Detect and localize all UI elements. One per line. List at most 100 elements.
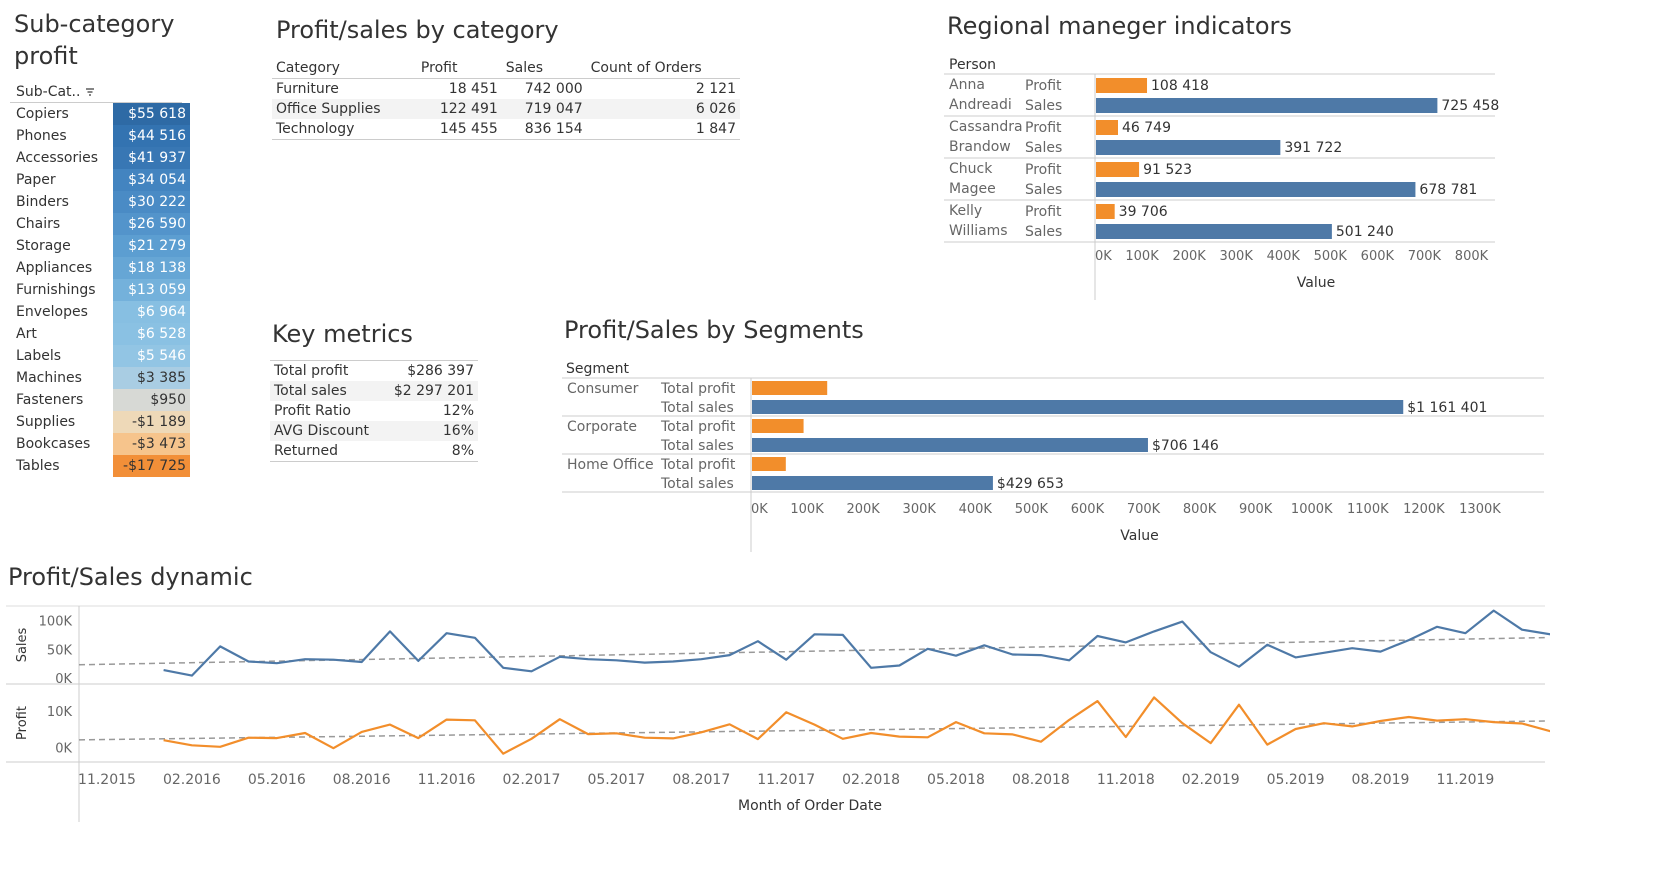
measure-label: Profit: [1025, 204, 1062, 220]
subcategory-value: $13 059: [113, 279, 190, 301]
x-tick-label: 02.2018: [842, 772, 900, 788]
x-tick-label: 400K: [1267, 249, 1301, 264]
category-column-header[interactable]: Sales: [501, 58, 587, 79]
category-row[interactable]: Office Supplies 122 491 719 047 6 026: [272, 99, 740, 119]
subcategory-row[interactable]: Phones $44 516: [10, 125, 190, 147]
subcategory-value: $950: [113, 389, 190, 411]
segment-bar[interactable]: [752, 419, 804, 433]
bar-data-label: 39 706: [1119, 204, 1168, 220]
subcategory-row[interactable]: Appliances $18 138: [10, 257, 190, 279]
subcategory-row[interactable]: Machines $3 385: [10, 367, 190, 389]
x-tick-label: 11.2017: [757, 772, 815, 788]
bar-data-label: 725 458: [1441, 98, 1499, 114]
category-name: Furniture: [276, 81, 339, 97]
segment-bar[interactable]: [752, 400, 1404, 414]
manager-bar[interactable]: [1096, 162, 1140, 177]
subcategory-row[interactable]: Storage $21 279: [10, 235, 190, 257]
subcategory-row[interactable]: Tables -$17 725: [10, 455, 190, 477]
subcategory-row[interactable]: Bookcases -$3 473: [10, 433, 190, 455]
subcategory-name: Envelopes: [16, 304, 88, 320]
person-first-name: Cassandra: [949, 119, 1023, 135]
segment-bar[interactable]: [752, 457, 786, 471]
manager-bar[interactable]: [1096, 78, 1148, 93]
category-value: 2 121: [695, 81, 736, 97]
subcategory-row[interactable]: Chairs $26 590: [10, 213, 190, 235]
subcategory-row[interactable]: Labels $5 546: [10, 345, 190, 367]
segment-name: Corporate: [567, 419, 637, 435]
subcategory-value: $5 546: [113, 345, 190, 367]
x-tick-label: 700K: [1408, 249, 1442, 264]
x-tick-label: 200K: [1172, 249, 1206, 264]
subcategory-row[interactable]: Binders $30 222: [10, 191, 190, 213]
subcategory-value: $21 279: [113, 235, 190, 257]
subcategory-name: Copiers: [16, 106, 69, 122]
category-header-row: Category Profit Sales Count of Orders: [272, 58, 740, 79]
x-axis-title: Month of Order Date: [738, 798, 882, 814]
key-metric-label: Total sales: [274, 383, 347, 399]
subcategory-value: $6 528: [113, 323, 190, 345]
bar-data-label: $429 653: [997, 476, 1064, 492]
x-axis-title: Value: [1120, 528, 1158, 544]
category-column-header[interactable]: Profit: [416, 58, 502, 79]
subcategory-name: Machines: [16, 370, 82, 386]
key-metric-row[interactable]: AVG Discount 16%: [270, 421, 478, 441]
subcategory-name: Binders: [16, 194, 69, 210]
x-tick-label: 05.2019: [1267, 772, 1325, 788]
subcategory-header[interactable]: Sub-Cat..: [10, 82, 182, 103]
subcategory-row[interactable]: Accessories $41 937: [10, 147, 190, 169]
category-row[interactable]: Technology 145 455 836 154 1 847: [272, 119, 740, 140]
subcategory-row[interactable]: Envelopes $6 964: [10, 301, 190, 323]
x-tick-label: 05.2016: [248, 772, 306, 788]
category-column-header[interactable]: Count of Orders: [586, 58, 740, 79]
manager-bar[interactable]: [1096, 204, 1115, 219]
subcategory-row[interactable]: Paper $34 054: [10, 169, 190, 191]
series-line-sales[interactable]: [163, 609, 1550, 677]
x-tick-label: 0K: [1095, 249, 1112, 264]
subcategory-value: -$17 725: [113, 455, 190, 477]
manager-bar[interactable]: [1096, 224, 1332, 239]
key-metric-row[interactable]: Total profit $286 397: [270, 361, 478, 382]
category-column-header[interactable]: Category: [272, 58, 417, 79]
manager-bar[interactable]: [1096, 98, 1438, 113]
subcategory-row[interactable]: Supplies -$1 189: [10, 411, 190, 433]
key-metric-row[interactable]: Total sales $2 297 201: [270, 381, 478, 401]
series-line-profit[interactable]: [163, 696, 1550, 755]
measure-label: Profit: [1025, 120, 1062, 136]
category-value: 1 847: [586, 119, 740, 140]
subcategory-value: $44 516: [113, 125, 190, 147]
x-tick-label: 1100K: [1347, 502, 1389, 517]
bar-data-label: 91 523: [1143, 162, 1192, 178]
segment-bar[interactable]: [752, 476, 993, 490]
subcategory-row[interactable]: Copiers $55 618: [10, 103, 190, 125]
key-metric-row[interactable]: Returned 8%: [270, 441, 478, 462]
category-row[interactable]: Furniture 18 451 742 000 2 121: [272, 79, 740, 100]
segment-bar[interactable]: [752, 381, 828, 395]
manager-bar[interactable]: [1096, 182, 1416, 197]
bar-data-label: $1 161 401: [1407, 400, 1487, 416]
subcategory-value: $18 138: [113, 257, 190, 279]
manager-bar[interactable]: [1096, 120, 1118, 135]
subcategory-row[interactable]: Furnishings $13 059: [10, 279, 190, 301]
sort-icon[interactable]: [85, 87, 95, 97]
key-metric-row[interactable]: Profit Ratio 12%: [270, 401, 478, 421]
y-tick-label: 0K: [55, 672, 72, 687]
subcategory-name: Appliances: [16, 260, 93, 276]
segment-bar[interactable]: [752, 438, 1148, 452]
subcategory-table: Sub-Cat.. Copiers $55 618 Phones $44 516 Acc…: [10, 82, 190, 477]
regional-title: Regional maneger indicators: [947, 12, 1292, 40]
manager-bar[interactable]: [1096, 140, 1281, 155]
subcategory-name: Chairs: [16, 216, 61, 232]
bar-data-label: $706 146: [1152, 438, 1219, 454]
measure-label: Total sales: [660, 476, 734, 492]
category-name: Office Supplies: [276, 101, 381, 117]
x-tick-label: 600K: [1361, 249, 1395, 264]
subcategory-name: Accessories: [16, 150, 99, 166]
category-value: 742 000: [524, 81, 583, 97]
person-first-name: Kelly: [949, 203, 982, 219]
key-metric-label: AVG Discount: [274, 423, 370, 439]
subcategory-row[interactable]: Art $6 528: [10, 323, 190, 345]
subcategory-row[interactable]: Fasteners $950: [10, 389, 190, 411]
key-metrics-table-wrap: Total profit $286 397 Total sales $2 297 20…: [270, 360, 478, 462]
x-tick-label: 200K: [846, 502, 880, 517]
person-last-name: Brandow: [949, 139, 1011, 155]
